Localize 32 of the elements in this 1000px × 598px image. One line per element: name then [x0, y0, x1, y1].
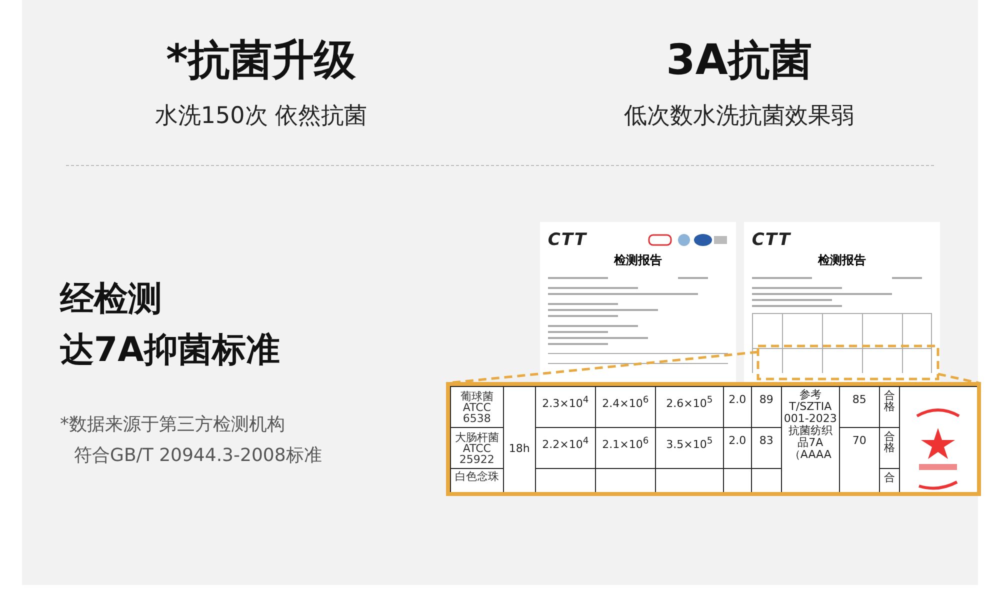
source-note: *数据来源于第三方检测机构 — [60, 413, 286, 437]
report-logo: CTT — [752, 230, 791, 250]
table-cell: 89 — [759, 393, 774, 406]
table-cell: 18h — [503, 386, 536, 492]
report-title: 检测报告 — [816, 252, 867, 269]
table-cell: 2.6×10$^{5}$ — [666, 396, 713, 410]
table-cell: 2.1×10$^{6}$ — [602, 438, 649, 451]
feature-title: 3A抗菌 — [666, 34, 812, 86]
table-cell: 2.0 — [728, 393, 746, 406]
report-title: 检测报告 — [612, 252, 663, 269]
table-cell: 合格 — [884, 430, 895, 454]
claim-heading: 达7A抑菌标准 — [60, 329, 281, 372]
certification-icon — [648, 233, 728, 247]
table-cell: 大肠杆菌 ATCC 25922 — [450, 428, 504, 468]
feature-subtitle: 水洗150次 依然抗菌 — [154, 102, 368, 131]
table-cell: 合格 — [884, 389, 895, 413]
table-cell: 2.2×10$^{4}$ — [542, 438, 589, 451]
table-cell: 2.0 — [728, 434, 746, 447]
table-cell: 葡球菌 ATCC 6538 — [450, 386, 504, 428]
table-cell: 2.4×10$^{6}$ — [602, 396, 649, 410]
claim-heading: 经检测 — [60, 278, 163, 321]
feature-title: *抗菌升级 — [166, 34, 356, 86]
table-cell: 合 — [884, 471, 895, 484]
table-cell: 70 — [852, 434, 866, 447]
source-note: 符合GB/T 20944.3-2008标准 — [73, 444, 323, 468]
table-cell: 83 — [759, 434, 774, 447]
table-cell: 参考 T/SZTIA 001-2023抗菌纺织品7A（AAAA — [784, 388, 837, 461]
table-cell: 85 — [852, 393, 866, 406]
table-cell: 2.3×10$^{4}$ — [542, 396, 589, 410]
report-logo: CTT — [548, 230, 587, 250]
table-cell: 3.5×10$^{5}$ — [666, 438, 713, 451]
feature-subtitle: 低次数水洗抗菌效果弱 — [624, 102, 854, 131]
